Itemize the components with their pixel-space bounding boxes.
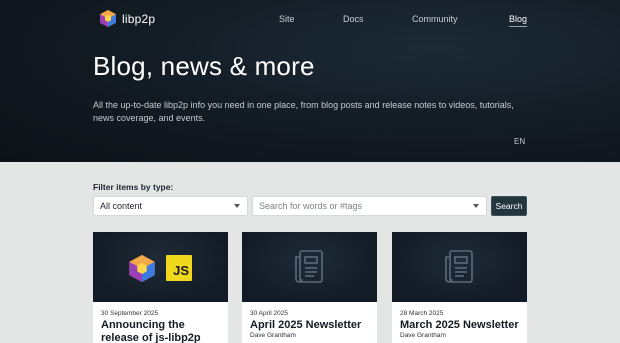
search-field[interactable]	[252, 196, 487, 216]
blog-card[interactable]: 28 March 2025 March 2025 Newsletter Dave…	[392, 232, 527, 343]
content-type-select[interactable]: All content	[93, 196, 248, 216]
card-title[interactable]: Announcing the release of js-libp2p	[101, 319, 223, 343]
filter-label: Filter items by type:	[93, 182, 174, 192]
nav-community[interactable]: Community	[412, 14, 458, 24]
card-title[interactable]: April 2025 Newsletter	[250, 319, 372, 332]
card-date: 28 March 2025	[400, 310, 444, 317]
hero-banner: libp2p Site Docs Community Blog Blog, ne…	[0, 0, 620, 162]
nav-site[interactable]: Site	[279, 14, 295, 24]
content-type-value: All content	[100, 201, 143, 211]
language-switcher[interactable]: EN	[514, 137, 525, 146]
newspaper-icon	[445, 250, 473, 283]
card-author: Dave Grantham	[400, 332, 446, 339]
search-button[interactable]: Search	[491, 196, 527, 216]
nav-blog[interactable]: Blog	[509, 14, 528, 27]
nav-docs[interactable]: Docs	[343, 14, 364, 24]
search-input[interactable]	[259, 197, 459, 215]
libp2p-logo-icon	[129, 255, 155, 282]
blog-card[interactable]: JS 30 September 2025 Announcing the rele…	[93, 232, 228, 343]
card-title[interactable]: March 2025 Newsletter	[400, 319, 522, 332]
blog-card[interactable]: 30 April 2025 April 2025 Newsletter Dave…	[242, 232, 377, 343]
card-image	[242, 232, 377, 302]
newspaper-icon	[295, 250, 323, 283]
card-image	[392, 232, 527, 302]
card-date: 30 April 2025	[250, 310, 288, 317]
chevron-down-icon	[234, 204, 240, 208]
page-subtitle: All the up-to-date libp2p info you need …	[93, 100, 514, 123]
card-author: Dave Grantham	[250, 332, 296, 339]
chevron-down-icon[interactable]	[473, 204, 479, 208]
card-date: 30 September 2025	[101, 310, 159, 317]
page-title: Blog, news & more	[93, 51, 315, 81]
javascript-logo-icon: JS	[166, 255, 192, 281]
card-image: JS	[93, 232, 228, 302]
top-nav: Site Docs Community Blog	[0, 14, 620, 28]
